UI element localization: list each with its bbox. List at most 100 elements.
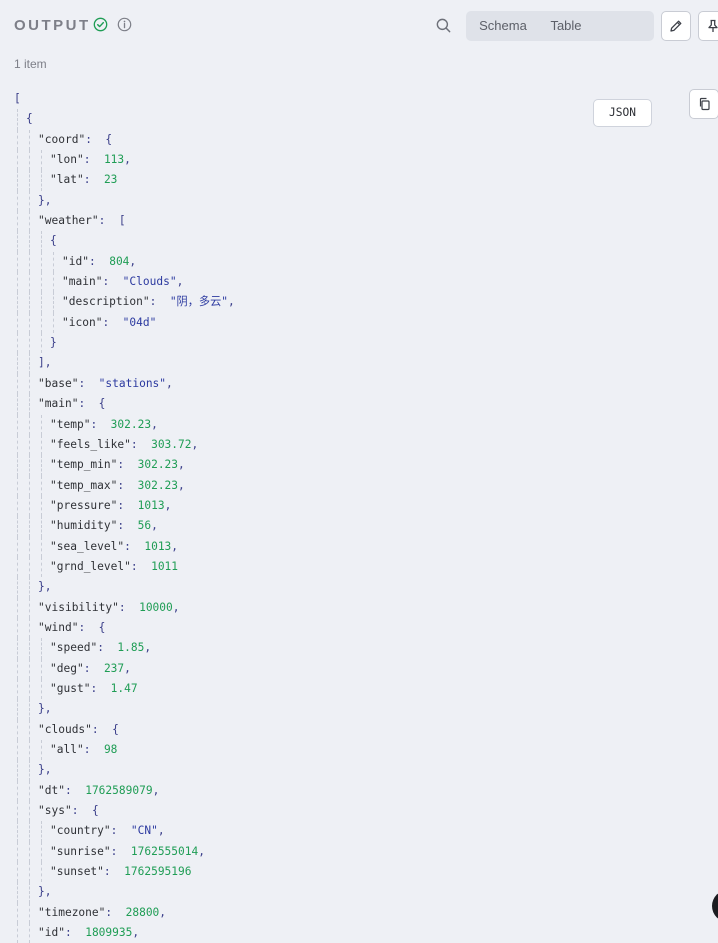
json-quote: " [50,498,57,512]
indent-guide [52,272,54,293]
json-colon: : [85,132,106,146]
json-line: [ [0,89,718,109]
indent-guide [28,211,30,232]
indent-guide [40,821,42,842]
json-key: temp [56,417,84,431]
json-line: "temp_max": 302.23, [0,475,718,496]
json-line: "icon": "04d" [0,312,718,334]
json-key: dt [44,783,59,797]
json-bracket: { [91,804,99,818]
indent-guide [16,617,18,639]
json-key: lon [56,153,77,167]
json-line-text: }, [38,191,51,211]
indent-guide [28,292,30,313]
json-line: "temp_min": 302.23, [0,455,718,476]
json-line: "lon": 113, [0,150,718,171]
indent-guide [16,495,18,517]
indent-guide [16,801,18,822]
indent-guide [16,577,18,598]
json-quote: " [38,905,45,919]
json-number: 804 [109,254,130,268]
json-quote: " [50,173,57,187]
json-line: "country": "CN", [0,821,718,842]
tab-schema[interactable]: Schema [472,13,534,39]
json-line: "id": 1809935, [0,923,718,943]
json-number: 56 [137,519,152,533]
indent-guide [16,251,18,273]
indent-guide [28,373,30,395]
json-comma: , [144,641,152,655]
json-quote: " [103,824,111,838]
json-number: 28800 [125,905,160,919]
json-line-text: "lon": 113, [50,150,131,170]
indent-guide [52,292,54,313]
json-comma: , [129,254,137,268]
search-icon[interactable] [435,17,452,34]
indent-guide [16,658,18,679]
info-icon[interactable] [117,17,132,32]
json-line-text: "temp": 302.23, [50,415,158,435]
json-key: id [44,926,59,940]
json-line: "base": "stations", [0,373,718,395]
json-comma: , [178,478,185,492]
indent-guide [16,272,18,293]
json-line: } [0,333,718,354]
indent-guide [16,923,18,943]
json-line: "sea_level": 1013, [0,536,718,557]
json-line-text: "timezone": 28800, [38,903,166,923]
json-viewer: [{"coord": {"lon": 113, "lat": 23}, "weath… [0,89,718,943]
json-line: "temp": 302.23, [0,414,718,435]
edit-output-button[interactable] [661,11,691,41]
json-number: 303.72 [151,437,192,451]
indent-guide [16,150,18,171]
json-number: 1013 [144,539,172,553]
indent-guide [28,190,30,212]
json-string: "阴，多云" [169,295,229,309]
json-colon: : [105,905,126,919]
json-quote: " [50,417,57,431]
json-line-text: "pressure": 1013, [50,496,171,516]
json-line: "sys": { [0,801,718,822]
indent-guide [28,597,30,618]
json-quote: " [76,743,84,756]
json-colon: : [83,173,104,187]
indent-guide [40,414,42,435]
indent-guide [16,312,18,334]
json-line: "main": "Clouds", [0,272,718,293]
indent-guide [28,129,30,151]
json-line-text: "dt": 1762589079, [38,781,159,801]
json-number: 302.23 [137,478,179,492]
json-quote: " [50,844,57,858]
json-number: 302.23 [110,417,152,431]
json-line: { [0,231,718,252]
json-colon: : [117,478,138,492]
json-line-text: "clouds": { [38,720,119,740]
json-comma: , [157,824,165,838]
json-key: sunset [56,865,98,879]
json-line-text: "humidity": 56, [50,516,158,536]
json-line-text: }, [38,882,51,902]
json-line: "coord": { [0,129,718,151]
json-line-text: "id": 1809935, [38,923,139,943]
indent-guide [16,780,18,802]
indent-guide [16,678,18,700]
indent-guide [16,211,18,232]
indent-guide [40,536,42,557]
indent-guide [28,577,30,598]
json-quote: " [58,783,65,797]
json-key: deg [56,661,77,675]
pin-data-button[interactable] [698,11,718,41]
json-key: sunrise [56,844,104,858]
indent-guide [28,312,30,334]
indent-guide [28,923,30,943]
tab-table[interactable]: Table [538,13,594,39]
json-line-text: "gust": 1.47 [50,679,138,699]
json-number: 1762555014 [130,844,199,858]
json-line-text: [ [14,89,21,109]
json-line-text: "sunrise": 1762555014, [50,842,205,862]
json-number: 1.47 [110,681,138,695]
json-line-text: "base": "stations", [38,374,173,394]
json-colon: : [97,641,118,655]
json-number: 98 [103,743,118,756]
json-colon: : [83,661,104,675]
